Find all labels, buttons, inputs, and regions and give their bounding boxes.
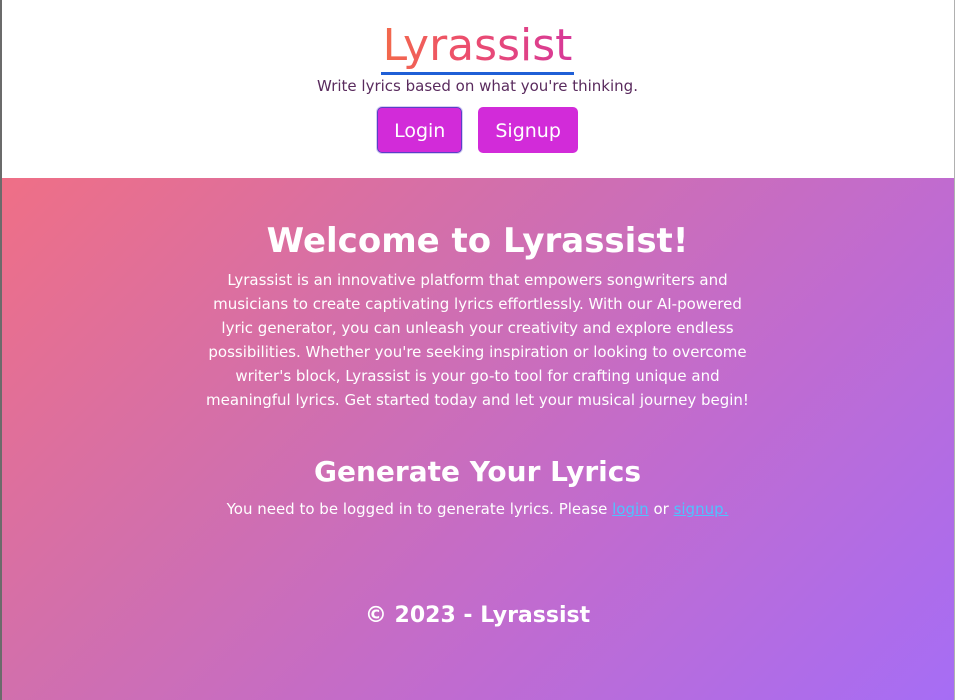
generate-message-or: or (648, 500, 674, 518)
footer: © 2023 - Lyrassist (364, 603, 591, 628)
signup-button[interactable]: Signup (478, 107, 578, 153)
tagline: Write lyrics based on what you're thinki… (317, 77, 638, 95)
signup-link[interactable]: signup. (674, 500, 729, 518)
generate-title: Generate Your Lyrics (313, 455, 642, 488)
main-content: Welcome to Lyrassist! Lyrassist is an in… (0, 178, 955, 700)
intro-paragraph: Lyrassist is an innovative platform that… (206, 271, 749, 409)
auth-buttons: Login Signup (0, 107, 955, 153)
logo-link[interactable]: Lyrassist (380, 20, 575, 75)
generate-message: You need to be logged in to generate lyr… (0, 498, 955, 520)
window-border-left (0, 0, 2, 700)
site-header: Lyrassist Write lyrics based on what you… (0, 0, 955, 178)
welcome-title: Welcome to Lyrassist! (266, 221, 689, 261)
generate-message-prefix: You need to be logged in to generate lyr… (226, 500, 613, 518)
login-button[interactable]: Login (377, 107, 463, 153)
login-link[interactable]: login (612, 500, 649, 518)
logo-container: Lyrassist (0, 20, 955, 75)
